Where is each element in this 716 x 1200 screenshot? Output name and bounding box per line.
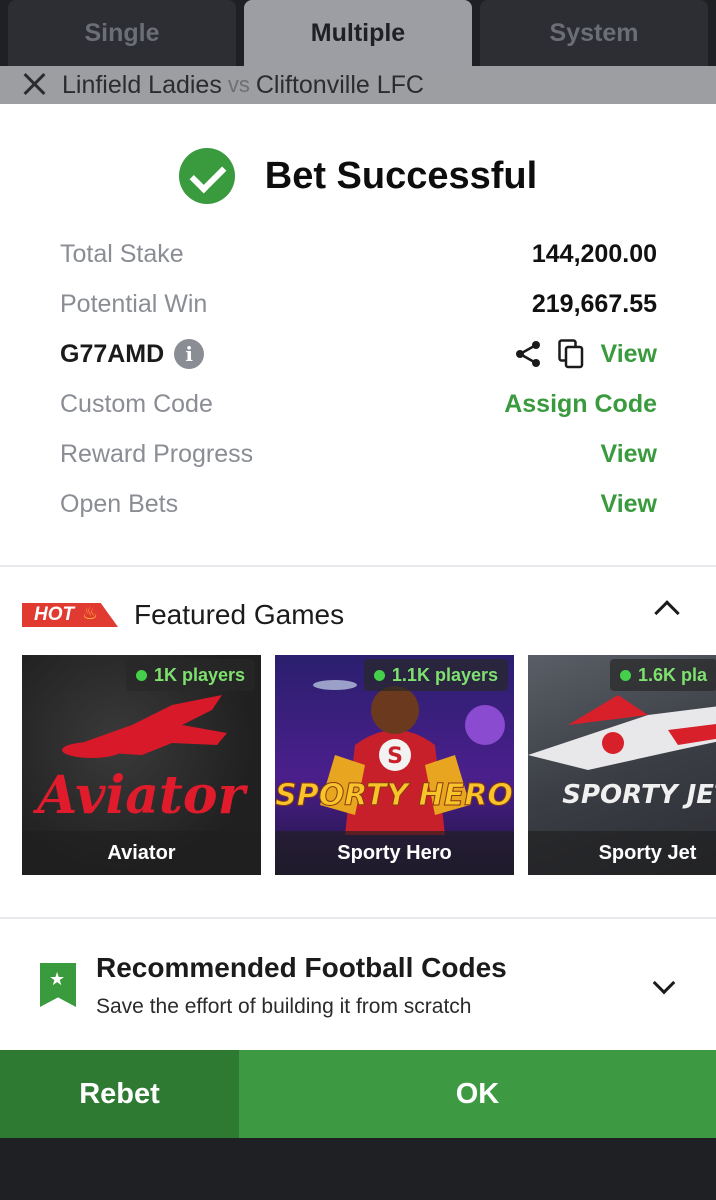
- reward-progress-label: Reward Progress: [60, 439, 254, 468]
- bottom-bar: [0, 1138, 716, 1200]
- open-bets-row: Open Bets View: [60, 479, 657, 529]
- open-bets-label: Open Bets: [60, 489, 179, 518]
- tab-system[interactable]: System: [480, 0, 708, 66]
- aviator-art-text: Aviator: [32, 765, 249, 826]
- sporty-jet-art-text: SPORTY JET: [562, 780, 716, 810]
- rebet-button[interactable]: Rebet: [0, 1050, 239, 1138]
- featured-games-carousel[interactable]: Aviator 1K players Aviator S SPORTY HERO…: [22, 655, 716, 875]
- match-row: Linfield Ladies vs Cliftonville LFC: [0, 66, 716, 104]
- players-badge: 1K players: [125, 659, 255, 691]
- players-badge: 1.6K pla: [610, 659, 716, 691]
- ok-button[interactable]: OK: [239, 1050, 716, 1138]
- booking-actions: View: [514, 339, 657, 369]
- tab-multiple[interactable]: Multiple: [244, 0, 472, 66]
- recommended-codes-section[interactable]: ★ Recommended Football Codes Save the ef…: [0, 939, 716, 1039]
- custom-code-row: Custom Code Assign Code: [60, 379, 657, 429]
- booking-code-row: G77AMD i View: [60, 329, 657, 379]
- game-card-sporty-jet[interactable]: SPORTY JET 1.6K pla Sporty Jet: [528, 655, 716, 875]
- featured-games-title: Featured Games: [134, 599, 345, 630]
- home-team: Linfield Ladies: [62, 70, 222, 99]
- bet-success-sheet: Bet Successful Total Stake 144,200.00 Po…: [0, 104, 716, 1050]
- game-name: Aviator: [22, 831, 261, 875]
- total-stake-label: Total Stake: [60, 239, 184, 268]
- booking-code: G77AMD i: [60, 339, 205, 369]
- potential-win-label: Potential Win: [60, 289, 208, 318]
- total-stake-value: 144,200.00: [531, 239, 657, 268]
- hot-badge-text: HOT: [34, 604, 75, 625]
- section-divider: [0, 565, 716, 567]
- view-booking-link[interactable]: View: [600, 340, 657, 369]
- assign-code-link[interactable]: Assign Code: [504, 390, 657, 419]
- recommended-title: Recommended Football Codes: [96, 952, 507, 983]
- svg-text:S: S: [387, 744, 403, 769]
- away-team: Cliftonville LFC: [255, 70, 424, 99]
- vs-label: vs: [227, 72, 250, 97]
- booking-code-text: G77AMD: [60, 339, 165, 368]
- copy-icon[interactable]: [558, 339, 584, 369]
- featured-games-header[interactable]: HOT ♨ Featured Games: [0, 592, 716, 638]
- close-icon[interactable]: [18, 68, 52, 102]
- section-divider: [0, 917, 716, 919]
- potential-win-row: Potential Win 219,667.55: [60, 279, 657, 329]
- game-card-sporty-hero[interactable]: S SPORTY HERO 1.1K players Sporty Hero: [275, 655, 514, 875]
- chevron-down-icon[interactable]: [652, 971, 676, 995]
- hot-badge: HOT ♨: [22, 603, 118, 627]
- chevron-up-icon[interactable]: [654, 600, 680, 626]
- players-badge: 1.1K players: [363, 659, 508, 691]
- game-card-aviator[interactable]: Aviator 1K players Aviator: [22, 655, 261, 875]
- success-header: Bet Successful: [0, 144, 716, 208]
- sporty-hero-art-text: SPORTY HERO: [275, 778, 513, 813]
- check-circle-icon: [178, 148, 235, 204]
- success-title: Bet Successful: [264, 154, 538, 197]
- bet-type-tabs: Single Multiple System: [0, 0, 716, 66]
- potential-win-value: 219,667.55: [531, 289, 657, 318]
- flame-icon: ♨: [82, 603, 99, 623]
- game-name: Sporty Hero: [275, 831, 514, 875]
- share-icon[interactable]: [514, 340, 542, 368]
- bet-summary: Total Stake 144,200.00 Potential Win 219…: [60, 229, 657, 529]
- total-stake-row: Total Stake 144,200.00: [60, 229, 657, 279]
- bookmark-star-icon: ★: [40, 963, 76, 1007]
- open-bets-view-link[interactable]: View: [600, 490, 657, 519]
- tab-single[interactable]: Single: [8, 0, 236, 66]
- recommended-subtitle: Save the effort of building it from scra…: [96, 995, 472, 1018]
- game-name: Sporty Jet: [528, 831, 716, 875]
- reward-progress-row: Reward Progress View: [60, 429, 657, 479]
- custom-code-label: Custom Code: [60, 389, 213, 418]
- reward-view-link[interactable]: View: [600, 440, 657, 469]
- info-icon[interactable]: i: [174, 339, 205, 369]
